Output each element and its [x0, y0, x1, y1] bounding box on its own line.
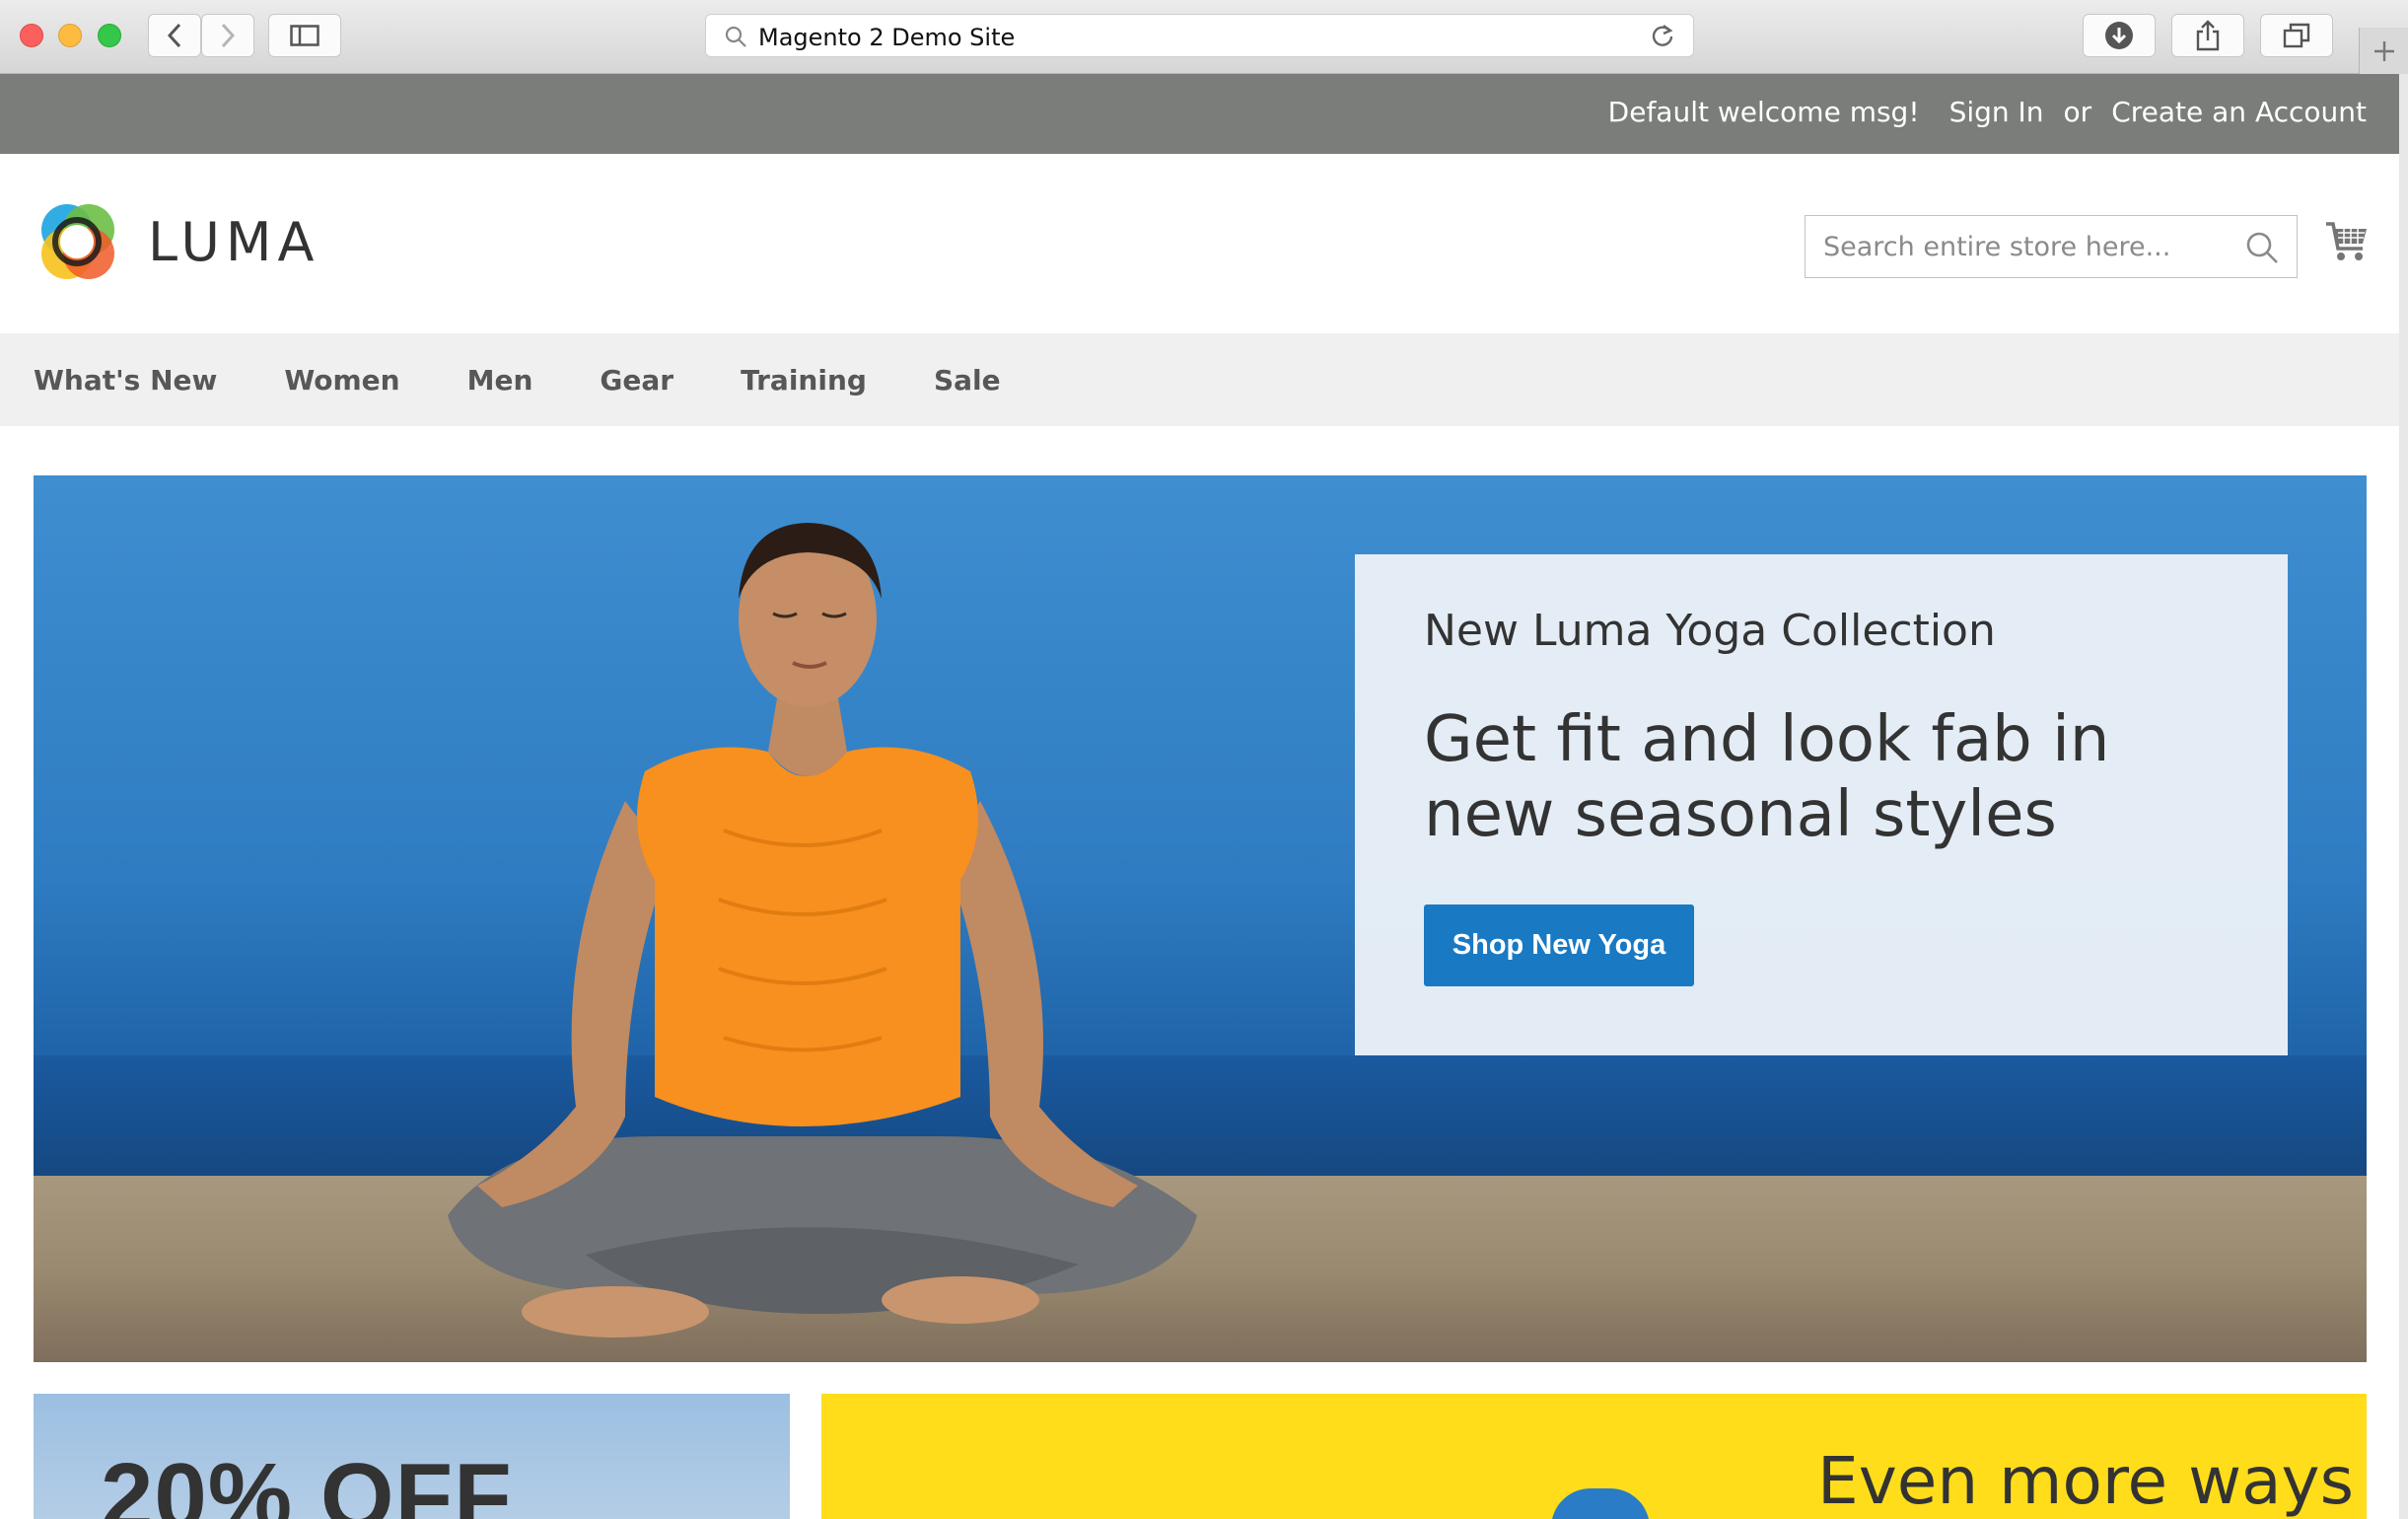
- new-tab-button[interactable]: [2359, 28, 2408, 74]
- zoom-window-button[interactable]: [98, 24, 121, 47]
- shirt-image: [1551, 1488, 1650, 1519]
- panel-header: Default welcome msg! Sign In or Create a…: [0, 74, 2408, 154]
- download-icon: [2105, 22, 2133, 49]
- site-header: LUMA: [0, 154, 2408, 333]
- search-icon[interactable]: [2245, 231, 2279, 264]
- promo-tile-discount[interactable]: 20% OFF: [34, 1394, 790, 1519]
- search-input[interactable]: [1806, 216, 2297, 277]
- hero-banner[interactable]: New Luma Yoga Collection Get fit and loo…: [34, 475, 2367, 1362]
- back-button[interactable]: [148, 14, 201, 57]
- url-text: Magento 2 Demo Site: [758, 24, 1016, 51]
- even-more-ways-text: Even more ways: [1817, 1443, 2354, 1519]
- window-edge: [2399, 74, 2408, 1519]
- sign-in-link[interactable]: Sign In: [1949, 96, 2044, 128]
- minicart[interactable]: [2325, 221, 2369, 267]
- search-box[interactable]: [1805, 215, 2298, 278]
- nav-item-women[interactable]: Women: [284, 364, 399, 397]
- forward-button[interactable]: [201, 14, 254, 57]
- chevron-right-icon: [221, 23, 236, 48]
- chevron-left-icon: [167, 23, 181, 48]
- discount-text: 20% OFF: [101, 1444, 513, 1519]
- luma-logo-icon: [41, 204, 114, 279]
- create-account-link[interactable]: Create an Account: [2111, 96, 2367, 128]
- promo-headline: Get fit and look fab in new seasonal sty…: [1424, 703, 2110, 851]
- cart-icon: [2326, 222, 2367, 260]
- promo-tile-ways[interactable]: Even more ways: [821, 1394, 2367, 1519]
- nav-item-gear[interactable]: Gear: [600, 364, 673, 397]
- browser-toolbar: Magento 2 Demo Site: [0, 0, 2408, 74]
- promo-box: New Luma Yoga Collection Get fit and loo…: [1355, 554, 2288, 1055]
- shop-new-yoga-button[interactable]: Shop New Yoga: [1424, 904, 1694, 986]
- plus-icon: [2373, 40, 2394, 61]
- tabs-button[interactable]: [2260, 14, 2333, 57]
- search-icon: [725, 26, 746, 47]
- downloads-button[interactable]: [2083, 14, 2156, 57]
- logo[interactable]: LUMA: [34, 198, 319, 285]
- nav-item-training[interactable]: Training: [741, 364, 867, 397]
- nav-item-men[interactable]: Men: [467, 364, 533, 397]
- close-window-button[interactable]: [20, 24, 43, 47]
- yoga-woman-image: [448, 523, 1197, 1338]
- nav-item-whats-new[interactable]: What's New: [34, 364, 217, 397]
- tabs-icon: [2283, 23, 2310, 48]
- share-button[interactable]: [2171, 14, 2244, 57]
- address-bar[interactable]: Magento 2 Demo Site: [705, 14, 1694, 57]
- minimize-window-button[interactable]: [58, 24, 82, 47]
- logo-text: LUMA: [148, 210, 320, 273]
- reload-icon[interactable]: [1650, 23, 1675, 48]
- promo-title: New Luma Yoga Collection: [1424, 606, 1996, 656]
- sidebar-icon: [290, 25, 319, 46]
- nav-item-sale[interactable]: Sale: [934, 364, 1001, 397]
- main-navigation: What's New Women Men Gear Training Sale: [0, 333, 2408, 426]
- sidebar-button[interactable]: [268, 14, 341, 57]
- welcome-message: Default welcome msg!: [1607, 96, 1920, 128]
- share-icon: [2196, 20, 2220, 51]
- header-links: Default welcome msg! Sign In or Create a…: [1608, 96, 2367, 128]
- or-separator: or: [2063, 96, 2092, 128]
